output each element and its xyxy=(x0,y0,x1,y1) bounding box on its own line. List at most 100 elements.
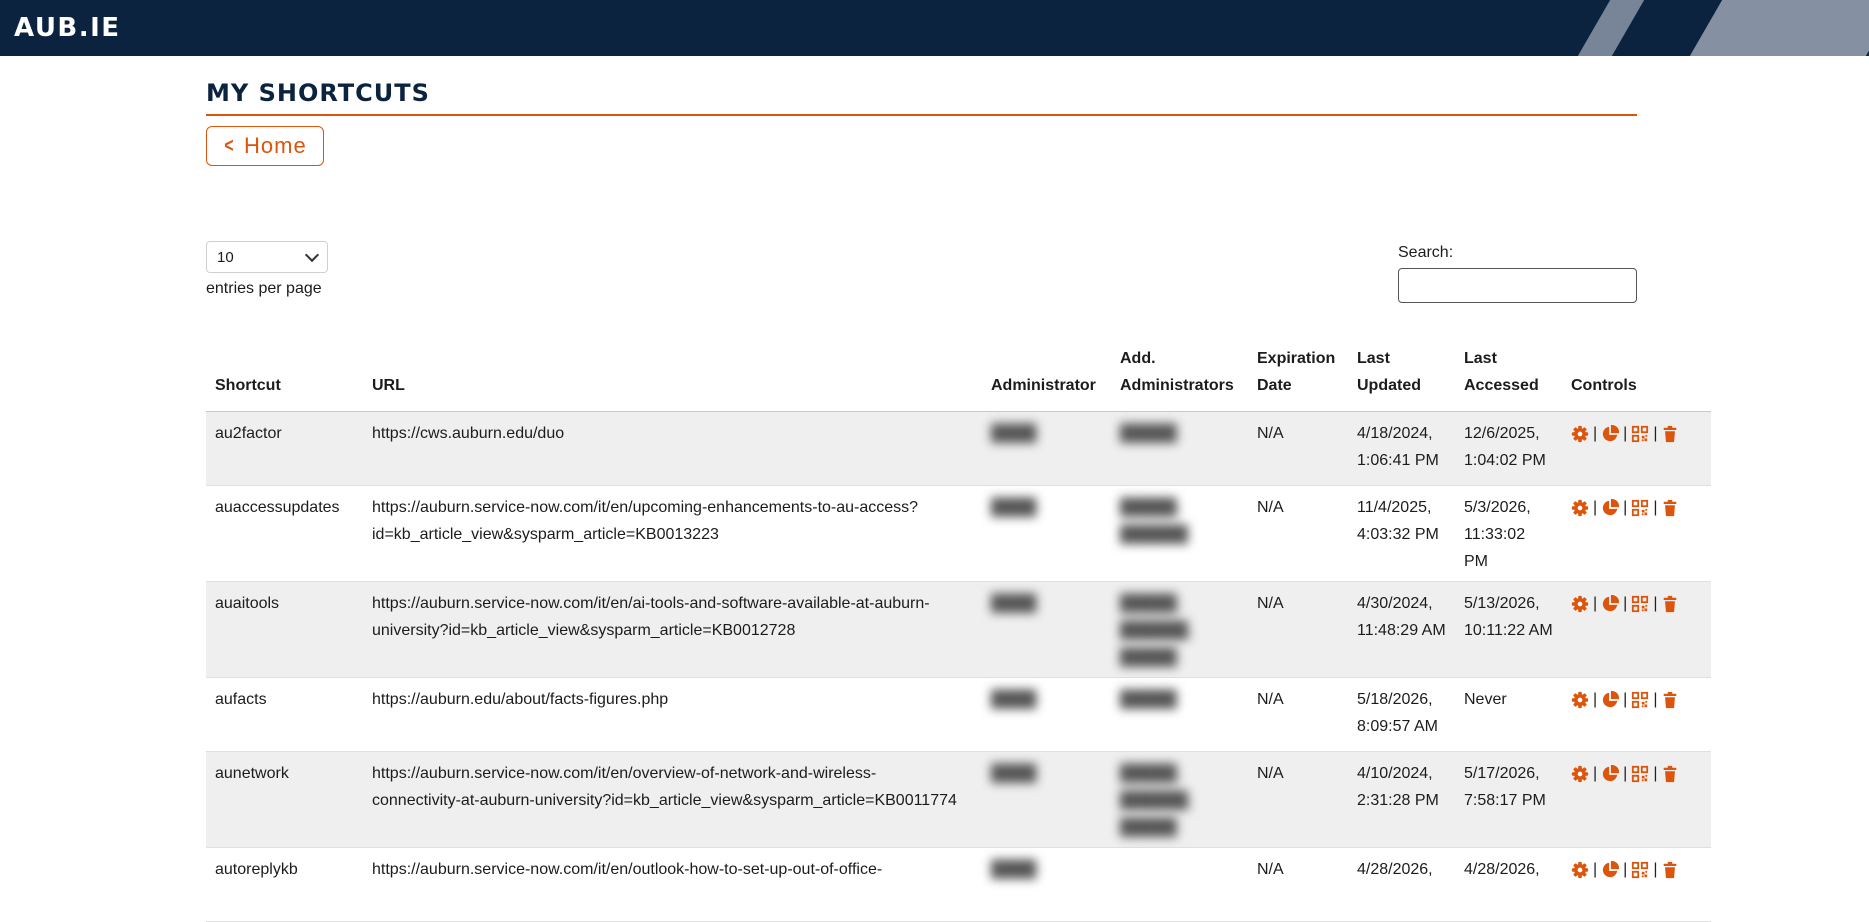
separator: | xyxy=(1623,425,1628,442)
cell-last-updated: 4/18/2024, 1:06:41 PM xyxy=(1348,411,1455,486)
decorative-stripe xyxy=(1689,0,1869,56)
site-logo[interactable]: AUB.IE xyxy=(14,13,121,43)
gear-icon[interactable] xyxy=(1571,425,1589,443)
separator: | xyxy=(1653,861,1658,878)
cell-add-administrators: █████ xyxy=(1111,411,1248,486)
trash-icon[interactable] xyxy=(1661,595,1679,613)
gear-icon[interactable] xyxy=(1571,499,1589,517)
cell-controls: | | | xyxy=(1562,751,1711,848)
cell-last-accessed: 4/28/2026, xyxy=(1455,847,1562,922)
gear-icon[interactable] xyxy=(1571,765,1589,783)
entries-per-page-select[interactable]: 10 xyxy=(206,241,328,273)
trash-icon[interactable] xyxy=(1661,499,1679,517)
trash-icon[interactable] xyxy=(1661,425,1679,443)
qr-code-icon[interactable] xyxy=(1631,425,1649,443)
trash-icon[interactable] xyxy=(1661,861,1679,879)
cell-add-administrators: █████, ██████ xyxy=(1111,485,1248,582)
pie-chart-icon[interactable] xyxy=(1601,690,1620,709)
gear-icon[interactable] xyxy=(1571,691,1589,709)
qr-code-icon[interactable] xyxy=(1631,765,1649,783)
col-header-last-updated[interactable]: Last Updated xyxy=(1348,343,1455,412)
pie-chart-icon[interactable] xyxy=(1601,424,1620,443)
pie-chart-icon[interactable] xyxy=(1601,860,1620,879)
separator: | xyxy=(1623,861,1628,878)
col-header-controls: Controls xyxy=(1562,343,1711,412)
separator: | xyxy=(1593,861,1598,878)
cell-url: https://auburn.service-now.com/it/en/out… xyxy=(363,847,982,922)
cell-controls: | | | xyxy=(1562,581,1711,678)
trash-icon[interactable] xyxy=(1661,691,1679,709)
cell-last-accessed: Never xyxy=(1455,677,1562,752)
col-header-add-administrators[interactable]: Add. Administrators xyxy=(1111,343,1248,412)
cell-url: https://auburn.service-now.com/it/en/upc… xyxy=(363,485,982,582)
chevron-left-icon: < xyxy=(224,134,235,157)
decorative-stripe xyxy=(1577,0,1645,56)
search-input[interactable] xyxy=(1398,268,1637,303)
gear-icon[interactable] xyxy=(1571,595,1589,613)
title-divider xyxy=(206,114,1637,116)
separator: | xyxy=(1593,595,1598,612)
top-nav-bar: AUB.IE xyxy=(0,0,1869,56)
col-header-url[interactable]: URL xyxy=(363,343,982,412)
col-header-expiration-date[interactable]: Expiration Date xyxy=(1248,343,1348,412)
cell-url: https://auburn.service-now.com/it/en/ai-… xyxy=(363,581,982,678)
cell-add-administrators: █████ xyxy=(1111,677,1248,752)
qr-code-icon[interactable] xyxy=(1631,861,1649,879)
cell-administrator: ████ xyxy=(982,581,1111,678)
cell-expiration-date: N/A xyxy=(1248,411,1348,486)
table-row: aufacts https://auburn.edu/about/facts-f… xyxy=(206,677,1711,752)
cell-shortcut: auaccessupdates xyxy=(206,485,363,582)
cell-last-accessed: 12/6/2025, 1:04:02 PM xyxy=(1455,411,1562,486)
search-label: Search: xyxy=(1398,244,1454,261)
cell-last-updated: 11/4/2025, 4:03:32 PM xyxy=(1348,485,1455,582)
separator: | xyxy=(1593,425,1598,442)
page-title: MY SHORTCUTS xyxy=(206,79,430,107)
cell-administrator: ████ xyxy=(982,847,1111,922)
cell-last-updated: 5/18/2026, 8:09:57 AM xyxy=(1348,677,1455,752)
shortcuts-table: Shortcut URL Administrator Add. Administr… xyxy=(206,343,1711,922)
gear-icon[interactable] xyxy=(1571,861,1589,879)
col-header-shortcut[interactable]: Shortcut xyxy=(206,343,363,412)
cell-administrator: ████ xyxy=(982,751,1111,848)
cell-url: https://cws.auburn.edu/duo xyxy=(363,411,982,486)
cell-shortcut: aunetwork xyxy=(206,751,363,848)
cell-expiration-date: N/A xyxy=(1248,581,1348,678)
cell-administrator: ████ xyxy=(982,485,1111,582)
table-row: auaccessupdates https://auburn.service-n… xyxy=(206,485,1711,582)
cell-expiration-date: N/A xyxy=(1248,847,1348,922)
cell-controls: | | | xyxy=(1562,485,1711,582)
separator: | xyxy=(1593,499,1598,516)
qr-code-icon[interactable] xyxy=(1631,691,1649,709)
cell-administrator: ████ xyxy=(982,411,1111,486)
table-row: aunetwork https://auburn.service-now.com… xyxy=(206,751,1711,848)
separator: | xyxy=(1593,691,1598,708)
cell-last-accessed: 5/13/2026, 10:11:22 AM xyxy=(1455,581,1562,678)
separator: | xyxy=(1653,691,1658,708)
cell-add-administrators: █████, ██████, █████ xyxy=(1111,751,1248,848)
cell-administrator: ████ xyxy=(982,677,1111,752)
qr-code-icon[interactable] xyxy=(1631,499,1649,517)
cell-shortcut: aufacts xyxy=(206,677,363,752)
cell-url: https://auburn.service-now.com/it/en/ove… xyxy=(363,751,982,848)
col-header-last-accessed[interactable]: Last Accessed xyxy=(1455,343,1562,412)
table-row: au2factor https://cws.auburn.edu/duo ███… xyxy=(206,411,1711,486)
cell-shortcut: auaitools xyxy=(206,581,363,678)
cell-shortcut: autoreplykb xyxy=(206,847,363,922)
cell-add-administrators: █████, ██████, █████ xyxy=(1111,581,1248,678)
qr-code-icon[interactable] xyxy=(1631,595,1649,613)
pie-chart-icon[interactable] xyxy=(1601,498,1620,517)
separator: | xyxy=(1653,499,1658,516)
col-header-administrator[interactable]: Administrator xyxy=(982,343,1111,412)
entries-per-page-value: 10 xyxy=(217,248,234,266)
separator: | xyxy=(1653,425,1658,442)
separator: | xyxy=(1623,499,1628,516)
pie-chart-icon[interactable] xyxy=(1601,764,1620,783)
cell-last-updated: 4/10/2024, 2:31:28 PM xyxy=(1348,751,1455,848)
pie-chart-icon[interactable] xyxy=(1601,594,1620,613)
trash-icon[interactable] xyxy=(1661,765,1679,783)
cell-last-updated: 4/30/2024, 11:48:29 AM xyxy=(1348,581,1455,678)
cell-expiration-date: N/A xyxy=(1248,485,1348,582)
table-row: auaitools https://auburn.service-now.com… xyxy=(206,581,1711,678)
cell-controls: | | | xyxy=(1562,847,1711,922)
home-button[interactable]: < Home xyxy=(206,126,324,166)
